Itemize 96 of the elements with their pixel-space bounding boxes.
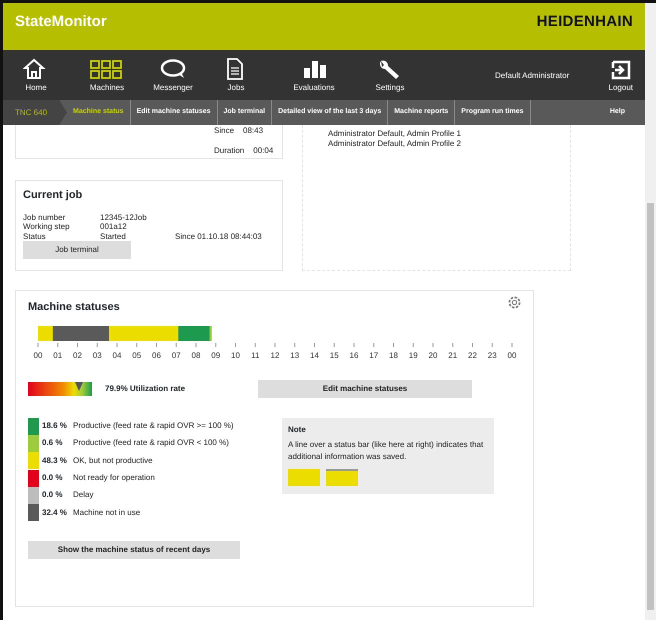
nav-item[interactable]: Jobs xyxy=(215,58,257,94)
job-terminal-button[interactable]: Job terminal xyxy=(23,241,131,259)
utilization-rate: 79.9% Utilization rate xyxy=(105,382,186,394)
user-name: Default Administrator xyxy=(495,70,570,82)
card-title: Machine statuses xyxy=(28,300,121,315)
job-value: 12345-12Job xyxy=(100,212,148,222)
tick-mark xyxy=(116,342,118,347)
tick-mark xyxy=(136,342,138,347)
hour-label: 01 xyxy=(53,350,62,360)
legend-percent: 18.6 % xyxy=(42,420,68,432)
hour-label: 22 xyxy=(468,350,477,360)
tick-mark xyxy=(77,342,78,347)
hour-label: 02 xyxy=(73,350,82,360)
info-value: 00:04 xyxy=(253,145,274,157)
legend-percent: 0.0 % xyxy=(42,489,64,502)
legend-label: Productive (feed rate & rapid OVR < 100 %) xyxy=(73,437,229,450)
hour-label: 14 xyxy=(310,350,319,360)
card-title: Current job xyxy=(23,188,84,203)
legend-label: Delay xyxy=(73,489,94,502)
brand-logo: HEIDENHAIN xyxy=(536,12,633,32)
hour-label: 09 xyxy=(211,350,220,360)
job-label: Status xyxy=(23,232,47,241)
hour-label: 13 xyxy=(290,350,300,360)
info-value: 08:43 xyxy=(243,125,264,137)
job-label: Job number xyxy=(23,212,66,222)
hour-label: 23 xyxy=(488,350,497,360)
machine-selector[interactable]: TNC 640 xyxy=(3,100,67,125)
hour-label: 00 xyxy=(34,350,42,360)
tick-mark xyxy=(57,342,58,347)
legend-label: Machine not in use xyxy=(73,506,140,519)
legend-label: Productive (feed rate & rapid OVR >= 100 %) xyxy=(73,420,234,432)
profile-entry: Administrator Default, Admin Profile 2 xyxy=(328,138,462,148)
tick-mark xyxy=(254,342,256,347)
job-value: Started xyxy=(100,232,127,241)
note-text: A line over a status bar (like here at right) indicates that additional information was saved. xyxy=(288,438,484,462)
chat-bubble-icon xyxy=(160,58,186,80)
logout-button[interactable]: Logout xyxy=(608,60,633,94)
tick-mark xyxy=(156,342,157,347)
legend-label: Not ready for operation xyxy=(73,472,155,484)
settings-icon[interactable] xyxy=(506,294,523,311)
hour-label: 04 xyxy=(112,350,122,360)
tick-mark xyxy=(373,342,374,347)
edit-statuses-button[interactable]: Edit machine statuses xyxy=(258,380,472,398)
legend-percent: 0.6 % xyxy=(42,437,64,450)
hour-label: 15 xyxy=(330,350,339,360)
tick-mark xyxy=(176,342,177,347)
hour-label: 19 xyxy=(408,350,418,360)
recent-days-button[interactable]: Show the machine status of recent days xyxy=(28,541,240,560)
legend-percent: 32.4 % xyxy=(42,506,68,519)
nav-item[interactable]: Evaluations xyxy=(293,58,335,94)
logout-icon xyxy=(610,60,631,80)
grid-icon xyxy=(90,58,124,80)
hour-label: 07 xyxy=(172,350,181,360)
tick-mark xyxy=(412,342,414,347)
bar-chart-icon xyxy=(301,58,327,80)
job-value: 001a12 xyxy=(100,222,128,232)
hour-label: 20 xyxy=(428,350,438,360)
tick-mark xyxy=(235,342,236,347)
note-title: Note xyxy=(288,424,307,436)
tick-mark xyxy=(314,342,315,347)
legend-percent: 48.3 % xyxy=(42,454,68,467)
legend-label: OK, but not productive xyxy=(73,454,153,467)
info-label: Duration xyxy=(214,145,244,157)
hour-label: 06 xyxy=(152,350,161,360)
tick-mark xyxy=(215,342,216,347)
hour-label: 17 xyxy=(369,350,378,360)
hour-label: 08 xyxy=(192,350,200,360)
nav-item[interactable]: Messenger xyxy=(152,58,194,94)
tick-mark xyxy=(432,342,434,347)
hour-label: 10 xyxy=(231,350,240,360)
hour-label: 16 xyxy=(350,350,358,360)
tick-mark xyxy=(472,342,473,347)
tick-mark xyxy=(452,342,454,347)
hour-label: 12 xyxy=(270,350,280,360)
job-label: Working step xyxy=(23,222,71,232)
hour-label: 18 xyxy=(389,350,398,360)
tick-mark xyxy=(96,342,98,347)
tick-mark xyxy=(334,342,335,347)
tick-mark xyxy=(393,342,394,347)
scrollbar-thumb[interactable] xyxy=(647,203,654,610)
info-label: Since xyxy=(214,125,234,137)
hour-label: 00 xyxy=(508,350,516,360)
tick-mark xyxy=(492,342,493,347)
tick-mark xyxy=(294,342,296,347)
tick-mark xyxy=(274,342,276,347)
hour-label: 05 xyxy=(132,350,142,360)
nav-item[interactable]: Settings xyxy=(369,58,411,94)
app-title: StateMonitor xyxy=(15,12,107,32)
profile-entry: Administrator Default, Admin Profile 1 xyxy=(328,129,462,138)
legend-percent: 0.0 % xyxy=(42,472,64,484)
hour-label: 03 xyxy=(92,350,102,360)
hour-label: 11 xyxy=(251,350,260,360)
hour-label: 21 xyxy=(448,350,458,360)
nav-item[interactable]: Machines xyxy=(86,58,128,94)
nav-item[interactable]: Home xyxy=(15,58,57,94)
status-since: Since 01.10.18 08:44:03 xyxy=(175,232,262,241)
